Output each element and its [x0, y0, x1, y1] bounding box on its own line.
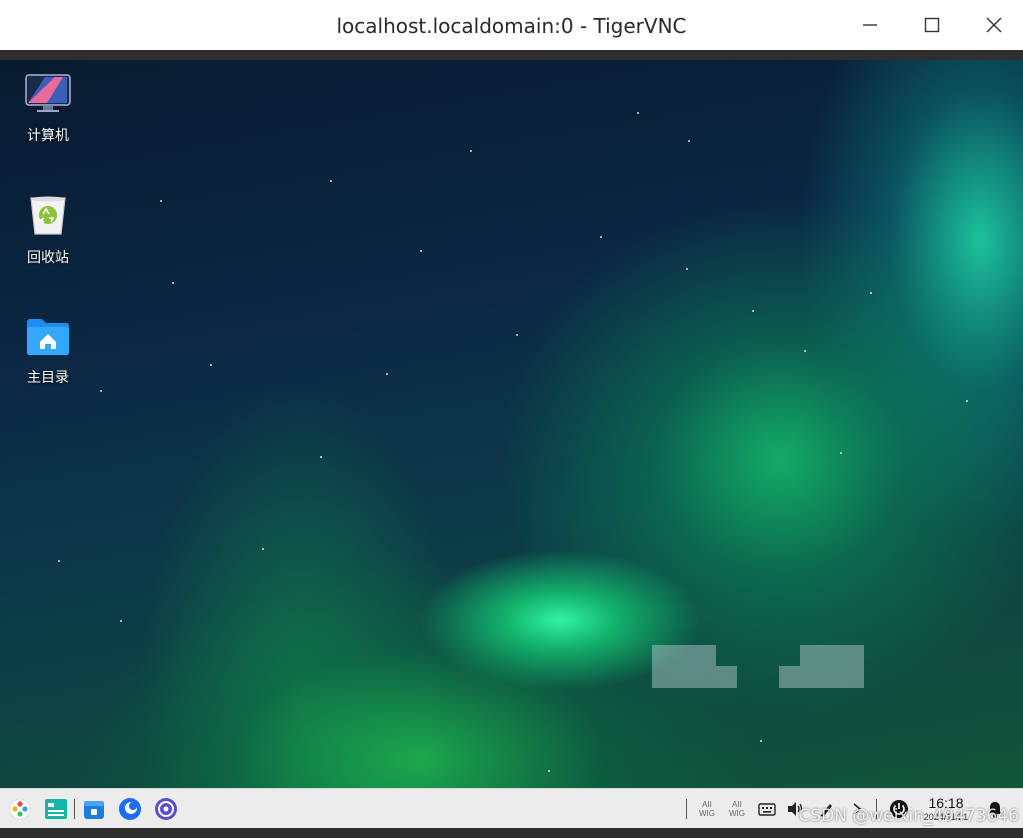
computer-icon	[25, 74, 71, 112]
star	[804, 350, 806, 352]
star	[870, 292, 872, 294]
tray-separator	[686, 799, 687, 819]
desktop-icon-computer[interactable]: 计算机	[12, 74, 84, 145]
desktop-background[interactable]: 计算机 回收站 主目录	[0, 60, 1023, 788]
csdn-watermark: CSDN @weixin_49473646	[798, 806, 1019, 826]
keyboard-layout-button[interactable]	[756, 789, 778, 829]
wallpaper-decor	[779, 666, 800, 688]
star	[760, 740, 762, 742]
browser-icon	[119, 798, 141, 820]
network-indicator-1[interactable]: AII WIG	[694, 789, 720, 829]
star	[688, 140, 690, 142]
star	[600, 236, 602, 238]
multitask-view-button[interactable]	[42, 795, 70, 823]
star	[516, 334, 518, 336]
star	[840, 452, 842, 454]
star	[386, 373, 388, 375]
start-menu-button[interactable]	[6, 795, 34, 823]
close-button[interactable]	[974, 8, 1014, 42]
vnc-frame-top	[0, 50, 1023, 60]
star	[470, 150, 472, 152]
star	[330, 180, 332, 182]
star	[160, 200, 162, 202]
star	[58, 560, 60, 562]
vnc-titlebar[interactable]: localhost.localdomain:0 - TigerVNC	[0, 0, 1023, 51]
star	[966, 400, 968, 402]
settings-icon	[155, 798, 177, 820]
vnc-frame-bottom	[0, 828, 1023, 838]
star	[320, 456, 322, 458]
star	[120, 620, 122, 622]
start-menu-icon	[9, 798, 31, 820]
star	[262, 548, 264, 550]
maximize-icon	[924, 17, 940, 33]
star	[637, 112, 639, 114]
network-indicator-text: AII WIG	[729, 800, 745, 818]
close-icon	[986, 17, 1002, 33]
minimize-icon	[863, 24, 877, 26]
star	[752, 310, 754, 312]
network-indicator-text: AII WIG	[699, 800, 715, 818]
keyboard-icon	[758, 803, 776, 816]
star	[420, 250, 422, 252]
star	[686, 268, 688, 270]
taskbar-separator	[74, 799, 75, 819]
desktop-icon-home[interactable]: 主目录	[12, 318, 84, 387]
desktop-icon-label: 计算机	[27, 128, 69, 144]
maximize-button[interactable]	[912, 8, 952, 42]
browser-button[interactable]	[116, 795, 144, 823]
star	[210, 364, 212, 366]
minimize-button[interactable]	[850, 8, 890, 42]
settings-button[interactable]	[152, 795, 180, 823]
star	[100, 390, 102, 392]
network-indicator-2[interactable]: AII WIG	[724, 789, 750, 829]
wallpaper-decor	[716, 666, 737, 688]
file-manager-icon	[84, 801, 104, 819]
wallpaper-decor	[652, 645, 716, 688]
wallpaper-decor	[800, 645, 864, 688]
desktop-icon-label: 回收站	[27, 250, 69, 266]
star	[172, 282, 174, 284]
multitask-view-icon	[45, 799, 67, 819]
star	[548, 770, 550, 772]
desktop-icon-label: 主目录	[27, 370, 69, 386]
home-folder-icon	[27, 319, 69, 355]
trash-icon	[30, 196, 66, 235]
file-manager-button[interactable]	[80, 795, 108, 823]
desktop-icon-trash[interactable]: 回收站	[12, 194, 84, 267]
